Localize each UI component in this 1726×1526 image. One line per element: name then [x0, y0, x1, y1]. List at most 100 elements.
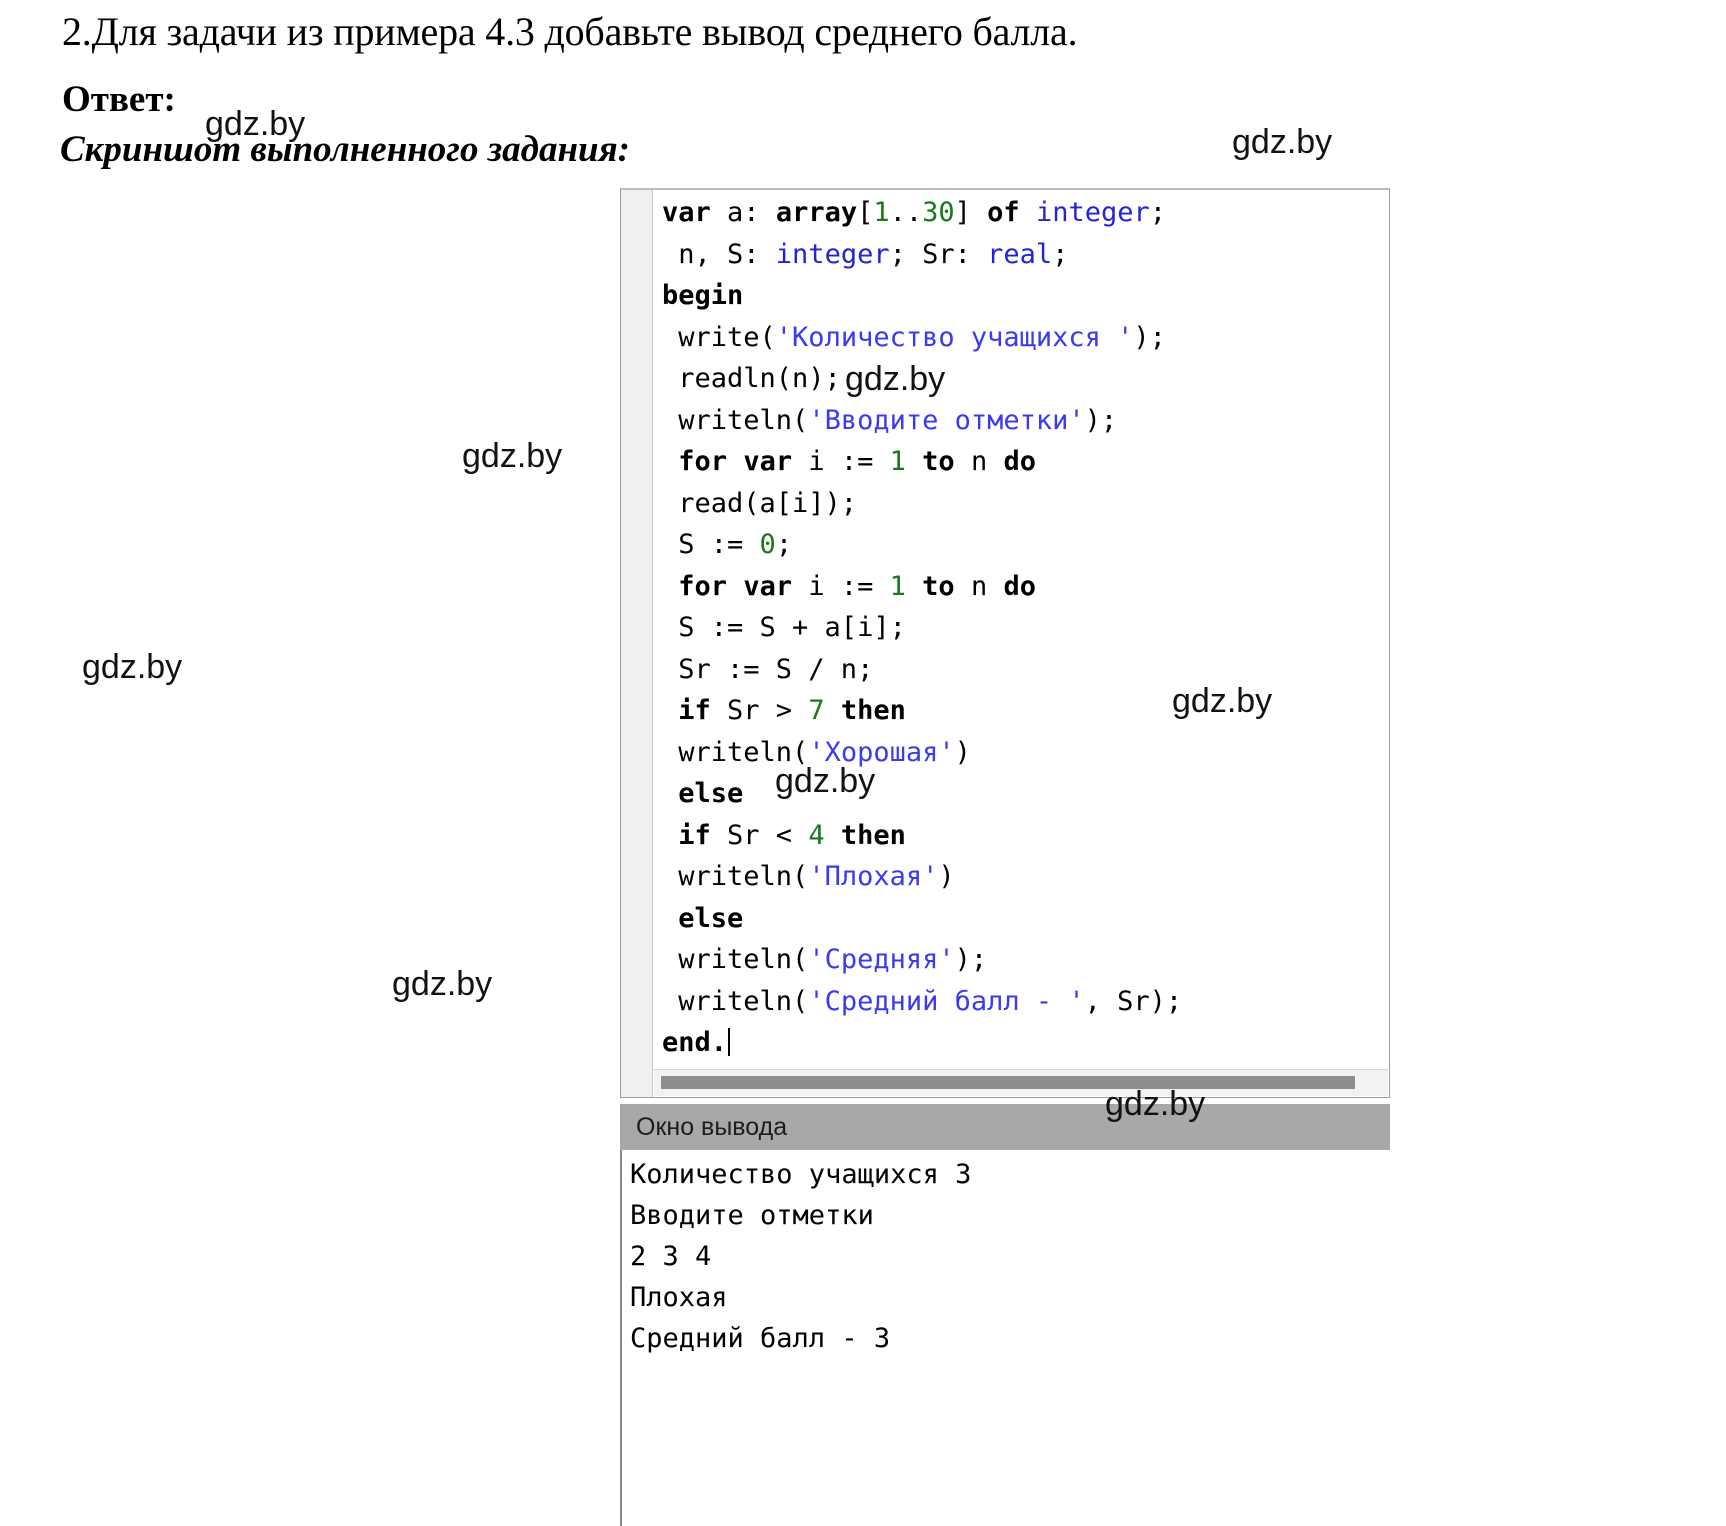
code-token: begin — [662, 280, 744, 311]
code-token: Sr := S / n; — [662, 653, 874, 685]
code-token: var — [743, 570, 793, 602]
watermark-5: gdz.by — [1172, 682, 1273, 720]
code-token: n — [954, 570, 1004, 602]
code-token: do — [1003, 446, 1036, 477]
watermark-7: gdz.by — [392, 965, 493, 1003]
code-line: write('Количество учащихся '); — [662, 317, 1389, 359]
output-line: Вводите отметки — [630, 1200, 874, 1231]
code-token: 4 — [808, 819, 825, 851]
code-token: .. — [889, 197, 923, 228]
code-token: ) — [954, 736, 971, 768]
watermark-4: gdz.by — [82, 648, 183, 686]
code-token: if — [678, 695, 711, 726]
code-token: ); — [954, 944, 988, 975]
answer-label: Ответ: — [62, 79, 176, 120]
code-token: 1 — [873, 197, 890, 228]
code-editor-panel[interactable]: var a: array[1..30] of integer; n, S: in… — [620, 188, 1390, 1098]
editor-code-area[interactable]: var a: array[1..30] of integer; n, S: in… — [654, 192, 1389, 1061]
code-line: n, S: integer; Sr: real; — [662, 234, 1389, 276]
code-token: ); — [1084, 404, 1118, 436]
code-token: array — [775, 197, 858, 228]
code-token: ; — [1052, 238, 1069, 270]
output-text: Количество учащихся 3 Вводите отметки 2 3 … — [630, 1154, 971, 1359]
code-token: 'Количество учащихся ' — [775, 321, 1134, 353]
editor-scrollbar-thumb[interactable] — [661, 1076, 1355, 1089]
code-token: 'Средний балл - ' — [808, 985, 1085, 1017]
code-line: var a: array[1..30] of integer; — [662, 192, 1389, 234]
code-line: begin — [662, 275, 1389, 317]
code-line: end. — [662, 1022, 1389, 1061]
code-token: do — [1003, 570, 1036, 602]
code-line: writeln('Вводите отметки'); — [662, 400, 1389, 442]
code-token: Sr > — [710, 695, 809, 726]
code-token: 'Вводите отметки' — [808, 404, 1085, 436]
code-line: writeln('Плохая') — [662, 856, 1389, 898]
code-line: writeln('Средняя'); — [662, 939, 1389, 981]
output-line: 2 3 4 — [630, 1241, 712, 1272]
code-token: integer — [775, 238, 890, 270]
code-line: if Sr < 4 then — [662, 815, 1389, 857]
code-token: write( — [662, 321, 776, 353]
code-line: if Sr > 7 then — [662, 690, 1389, 732]
code-token: of — [987, 197, 1020, 228]
code-token: 1 — [889, 446, 906, 477]
code-token: else — [678, 902, 744, 934]
code-token: i := — [792, 446, 890, 477]
output-line: Количество учащихся 3 — [630, 1159, 972, 1190]
code-line: else — [662, 898, 1389, 940]
editor-horizontal-scrollbar[interactable] — [654, 1069, 1388, 1096]
code-token: then — [840, 695, 906, 726]
code-token: [ — [857, 197, 874, 228]
code-token: i := — [792, 570, 890, 602]
watermark-3: gdz.by — [462, 437, 563, 475]
code-token: to — [922, 446, 955, 477]
code-token: Sr < — [710, 819, 809, 851]
code-token: integer — [1035, 197, 1150, 228]
code-line: writeln('Хорошая') — [662, 732, 1389, 774]
code-token: writeln( — [662, 944, 809, 975]
watermark-1: gdz.by — [1232, 123, 1333, 161]
code-token: n, S: — [662, 238, 776, 270]
watermark-2: gdz.by — [845, 360, 946, 398]
output-window-titlebar: Окно вывода — [620, 1104, 1390, 1150]
code-token: , Sr); — [1084, 985, 1183, 1017]
code-token: ] — [954, 197, 988, 228]
code-token: 30 — [922, 197, 955, 228]
code-line: Sr := S / n; — [662, 649, 1389, 691]
code-token: a: — [710, 197, 776, 228]
editor-gutter — [621, 190, 653, 1097]
code-token: 1 — [889, 570, 906, 602]
code-token: 0 — [759, 529, 776, 560]
code-token: readln(n); — [662, 363, 841, 394]
output-window: Окно вывода Количество учащихся 3 Вводите… — [620, 1104, 1390, 1526]
output-line: Плохая — [630, 1282, 728, 1313]
code-line: else — [662, 773, 1389, 815]
code-line: read(a[i]); — [662, 483, 1389, 525]
output-window-body: Количество учащихся 3 Вводите отметки 2 3 … — [620, 1150, 1390, 1526]
code-line: for var i := 1 to n do — [662, 566, 1389, 608]
code-token: ; — [1149, 197, 1167, 228]
code-line: readln(n); — [662, 358, 1389, 400]
code-token: writeln( — [662, 861, 809, 892]
code-token: 'Плохая' — [808, 861, 939, 892]
watermark-0: gdz.by — [205, 105, 306, 143]
code-token: real — [987, 238, 1053, 270]
watermark-6: gdz.by — [775, 762, 876, 800]
code-line: S := 0; — [662, 524, 1389, 566]
screenshot-caption: Скриншот выполненного задания: — [60, 129, 630, 170]
code-token: ; — [775, 529, 793, 560]
code-token: 'Средняя' — [808, 944, 955, 975]
code-token: else — [678, 778, 744, 809]
